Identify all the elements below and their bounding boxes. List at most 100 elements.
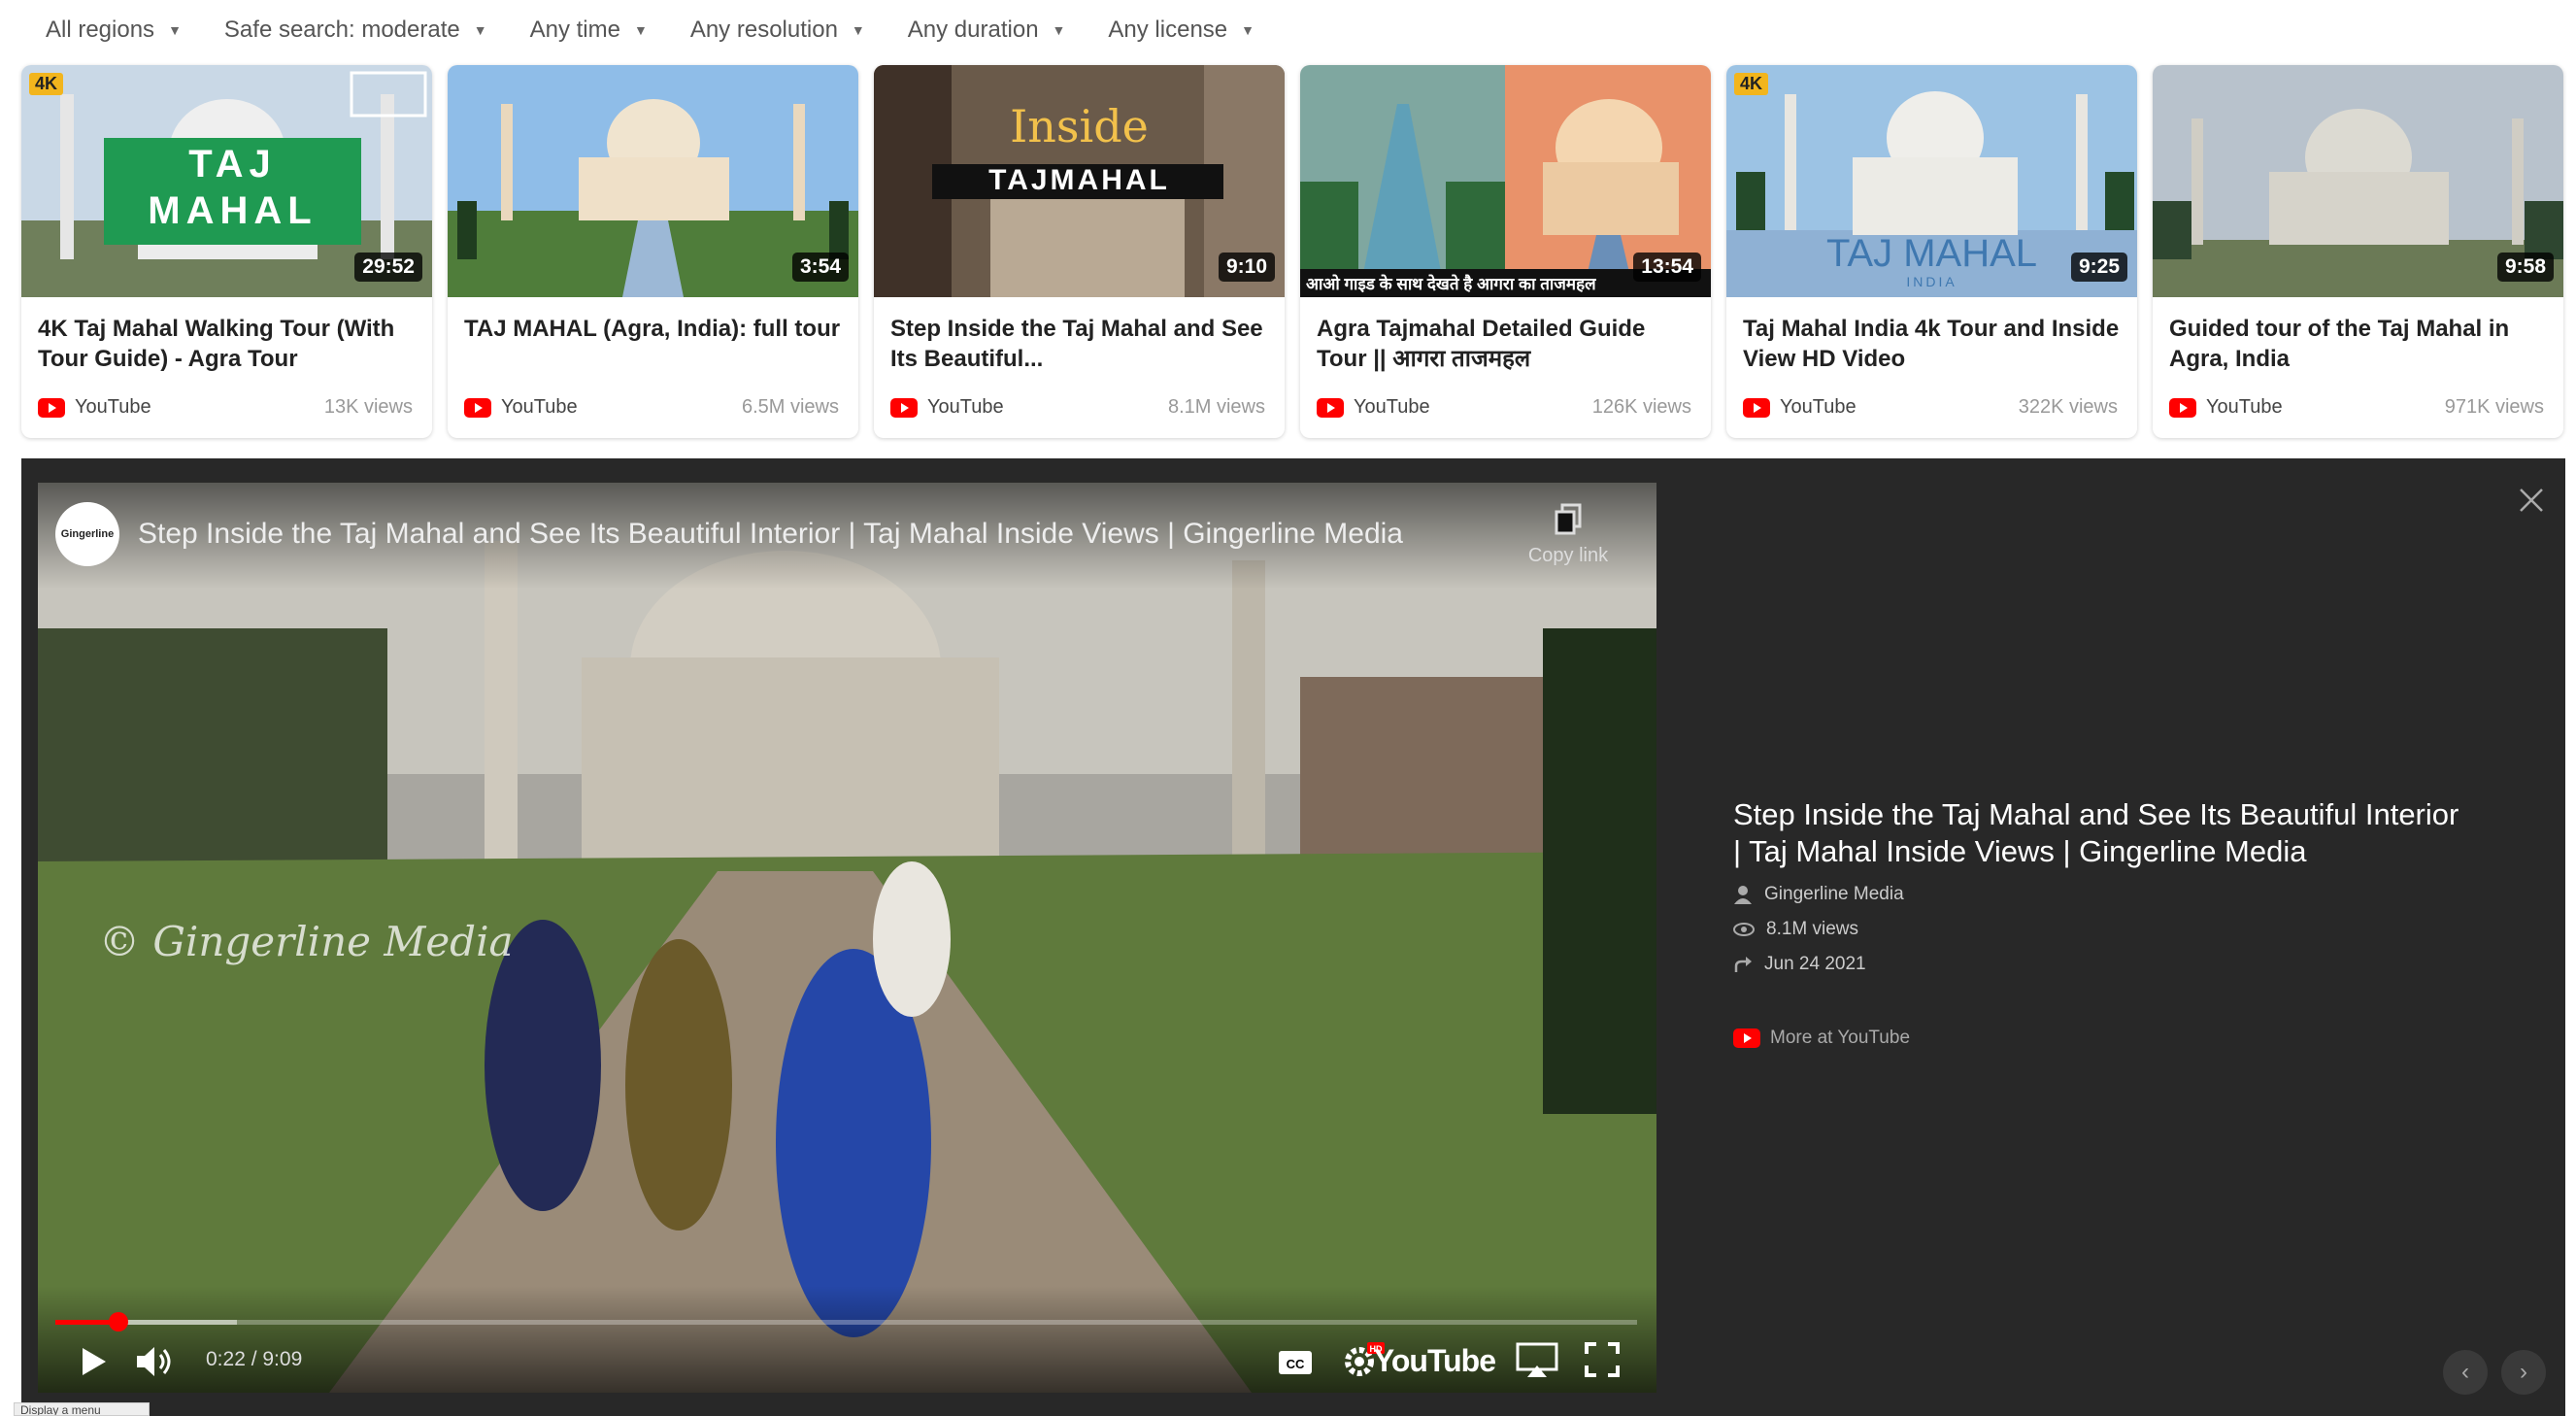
video-thumbnail: आओ गाइड के साथ देखते है आगरा का ताजमहल 1… [1300, 65, 1711, 297]
video-thumbnail: 4K TAJ MAHAL INDIA 9:25 [1726, 65, 2137, 297]
airplay-icon[interactable] [1515, 1340, 1559, 1379]
captions-icon[interactable]: CC [1276, 1344, 1315, 1379]
caret-down-icon: ▼ [1052, 22, 1066, 38]
video-source: YouTube [38, 396, 151, 419]
duration-badge: 29:52 [354, 253, 422, 282]
view-count: 971K views [2444, 396, 2544, 418]
source-label: YouTube [2206, 396, 2283, 418]
filter-label: Any time [529, 17, 620, 43]
video-info: Step Inside the Taj Mahal and See Its Be… [1733, 796, 2471, 1049]
caret-down-icon: ▼ [473, 22, 487, 38]
caret-down-icon: ▼ [168, 22, 182, 38]
source-label: YouTube [927, 396, 1004, 418]
duration-badge: 3:54 [791, 253, 849, 282]
video-thumbnail: 9:58 [2153, 65, 2563, 297]
video-card[interactable]: 3:54 TAJ MAHAL (Agra, India): full tour … [448, 65, 858, 438]
fullscreen-icon[interactable] [1583, 1340, 1622, 1379]
video-card[interactable]: 9:58 Guided tour of the Taj Mahal in Agr… [2153, 65, 2563, 438]
video-thumbnail: 4K TAJ MAHAL 29:52 [21, 65, 432, 297]
video-title[interactable]: Step Inside the Taj Mahal and See Its Be… [890, 314, 1269, 374]
duration-badge: 9:58 [2496, 253, 2554, 282]
duration-badge: 9:25 [2070, 253, 2127, 282]
thumbnail-caption: TAJ MAHAL [148, 143, 318, 232]
duration-badge: 9:10 [1218, 253, 1275, 282]
copy-link-label: Copy link [1527, 545, 1609, 566]
eye-icon [1733, 923, 1755, 936]
chevron-left-icon: ‹ [2461, 1359, 2469, 1385]
view-count: 126K views [1591, 396, 1691, 418]
copy-icon [1555, 503, 1582, 535]
close-icon[interactable] [2517, 486, 2546, 515]
filter-label: Any resolution [689, 17, 838, 43]
person-icon [1734, 886, 1752, 904]
youtube-icon [1743, 397, 1770, 418]
video-watermark: © Gingerline Media [99, 918, 514, 965]
view-count: 322K views [2018, 396, 2118, 418]
video-title[interactable]: TAJ MAHAL (Agra, India): full tour [464, 314, 843, 344]
filter-label: All regions [46, 17, 155, 43]
video-title[interactable]: Guided tour of the Taj Mahal in Agra, In… [2169, 314, 2548, 374]
view-count: 8.1M views [1766, 919, 1859, 939]
youtube-icon [464, 397, 491, 418]
next-button[interactable]: › [2501, 1350, 2546, 1395]
filter-region[interactable]: All regions ▼ [46, 17, 182, 44]
copy-link-button[interactable]: Copy link [1515, 502, 1622, 567]
youtube-icon [890, 397, 918, 418]
youtube-icon [1733, 1028, 1760, 1048]
filter-resolution[interactable]: Any resolution ▼ [690, 17, 865, 44]
video-detail-panel: Gingerline Step Inside the Taj Mahal and… [21, 458, 2565, 1416]
chevron-right-icon: › [2520, 1359, 2527, 1385]
video-source: YouTube [464, 396, 578, 419]
channel-name: Gingerline Media [1764, 884, 1904, 904]
video-card[interactable]: आओ गाइड के साथ देखते है आगरा का ताजमहल 1… [1300, 65, 1711, 438]
more-link-label: More at YouTube [1770, 1028, 1911, 1048]
filter-safe-search[interactable]: Safe search: moderate ▼ [224, 17, 487, 44]
video-title[interactable]: 4K Taj Mahal Walking Tour (With Tour Gui… [38, 314, 417, 374]
source-label: YouTube [75, 396, 151, 418]
filter-license[interactable]: Any license ▼ [1108, 17, 1255, 44]
avatar[interactable]: Gingerline [55, 502, 119, 566]
filter-time[interactable]: Any time ▼ [530, 17, 648, 44]
filter-label: Any duration [907, 17, 1039, 43]
video-player[interactable]: Gingerline Step Inside the Taj Mahal and… [38, 483, 1656, 1393]
video-thumbnail: Inside TAJMAHAL 9:10 [874, 65, 1285, 297]
info-views: 8.1M views [1733, 919, 2471, 940]
tooltip: Display a menu [14, 1402, 150, 1416]
thumbnail-caption: TAJMAHAL [988, 164, 1170, 196]
source-label: YouTube [1354, 396, 1430, 418]
publish-date: Jun 24 2021 [1764, 954, 1866, 974]
video-card[interactable]: Inside TAJMAHAL 9:10 Step Inside the Taj… [874, 65, 1285, 438]
caret-down-icon: ▼ [1241, 22, 1255, 38]
player-title[interactable]: Step Inside the Taj Mahal and See Its Be… [138, 518, 1403, 551]
info-date: Jun 24 2021 [1733, 954, 2471, 975]
source-label: YouTube [501, 396, 578, 418]
video-results: 4K TAJ MAHAL 29:52 4K Taj Mahal Walking … [21, 65, 2563, 438]
caret-down-icon: ▼ [633, 22, 648, 38]
video-card[interactable]: 4K TAJ MAHAL 29:52 4K Taj Mahal Walking … [21, 65, 432, 438]
video-card[interactable]: 4K TAJ MAHAL INDIA 9:25 Taj Mahal India … [1726, 65, 2137, 438]
video-title[interactable]: Agra Tajmahal Detailed Guide Tour || आगर… [1317, 314, 1695, 374]
share-arrow-icon [1734, 957, 1752, 972]
progress-bar[interactable] [55, 1312, 1637, 1332]
play-icon[interactable] [77, 1344, 110, 1379]
duration-badge: 13:54 [1633, 253, 1701, 282]
avatar-label: Gingerline [60, 528, 115, 540]
volume-icon[interactable] [135, 1344, 178, 1379]
filter-bar: All regions ▼ Safe search: moderate ▼ Any … [0, 0, 2576, 60]
view-count: 8.1M views [1167, 396, 1265, 418]
info-title[interactable]: Step Inside the Taj Mahal and See Its Be… [1733, 796, 2471, 870]
svg-text:CC: CC [1287, 1357, 1305, 1371]
time-display: 0:22 / 9:09 [206, 1348, 303, 1370]
view-count: 13K views [323, 396, 413, 418]
video-source: YouTube [890, 396, 1004, 419]
info-channel[interactable]: Gingerline Media [1733, 884, 2471, 905]
filter-duration[interactable]: Any duration ▼ [908, 17, 1066, 44]
youtube-icon [1317, 397, 1344, 418]
thumbnail-caption: Inside [1010, 100, 1149, 152]
filter-label: Any license [1108, 17, 1228, 43]
more-at-youtube-link[interactable]: More at YouTube [1733, 1028, 2471, 1049]
video-title[interactable]: Taj Mahal India 4k Tour and Inside View … [1743, 314, 2122, 374]
youtube-logo[interactable]: YouTube [1374, 1343, 1496, 1379]
previous-button[interactable]: ‹ [2443, 1350, 2488, 1395]
video-thumbnail: 3:54 [448, 65, 858, 297]
